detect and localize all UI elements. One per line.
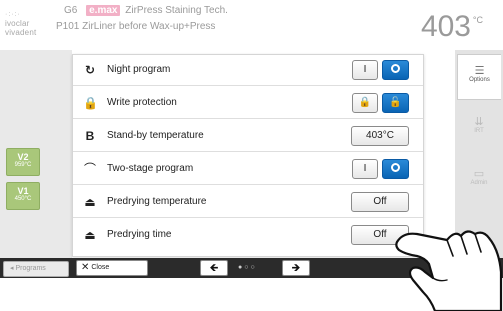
write-protection-lock-button[interactable]: 🔒 (352, 93, 378, 113)
arrow-right-icon: 🡺 (291, 262, 301, 274)
chevron-left-icon: ◂ (10, 265, 14, 272)
option-row-write-protection: 🔒 Write protection 🔒 🔓 (73, 88, 423, 119)
two-stage-icon: ⌒ (83, 162, 96, 176)
program-number: P101 (56, 21, 80, 32)
previous-page-button[interactable]: 🡸 (200, 260, 228, 276)
tab-admin[interactable]: ▭ Admin (457, 158, 501, 204)
night-program-on-button[interactable] (382, 60, 409, 80)
program-title-line: G6 e.max ZirPress Staining Tech. (64, 5, 228, 16)
admin-icon: ▭ (473, 168, 485, 180)
lock-icon: 🔒 (83, 96, 98, 110)
current-temperature: 403 (420, 10, 471, 43)
standby-temperature-button[interactable]: 403°C (351, 126, 409, 146)
device-code: G6 (64, 5, 78, 16)
night-program-off-button[interactable]: I (352, 60, 378, 80)
tab-options[interactable]: ☰ Options (457, 54, 501, 100)
predrying-icon: ⏏ (84, 195, 96, 209)
irt-icon: ⇊ (474, 116, 484, 128)
close-button[interactable]: ✕ Close (76, 260, 148, 276)
close-icon: ✕ (81, 262, 90, 273)
night-program-icon: ↻ (84, 63, 96, 77)
predrying-icon: ⏏ (84, 228, 96, 242)
standby-icon: B (85, 129, 95, 143)
two-stage-on-button[interactable] (382, 159, 409, 179)
option-row-standby-temperature: B Stand-by temperature 403°C (73, 121, 423, 152)
programs-button[interactable]: ◂ Programs (3, 261, 69, 277)
page-indicator: ●○○ (238, 264, 257, 271)
material-badge: e.max (86, 5, 121, 16)
temperature-unit: °C (472, 15, 483, 25)
program-desc: ZirLiner before Wax-up+Press (82, 21, 216, 32)
tab-irt[interactable]: ⇊ IRT (457, 106, 501, 152)
program-curve-area: V2 959°C V1 450°C (0, 50, 72, 275)
ring-icon (391, 64, 400, 73)
options-icon: ☰ (474, 65, 485, 77)
option-row-predrying-temperature: ⏏ Predrying temperature Off (73, 187, 423, 218)
options-panel: ↻ Night program I 🔒 Write protection 🔒 🔓… (72, 54, 424, 257)
ring-icon (391, 163, 400, 172)
option-row-two-stage-program: ⌒ Two-stage program I (73, 154, 423, 185)
pointing-hand-icon (395, 230, 503, 311)
unlocked-icon: 🔓 (389, 97, 402, 108)
option-row-predrying-time: ⏏ Predrying time Off (73, 220, 423, 251)
header-bar: ·:·:· ivoclar vivadent G6 e.max ZirPress… (0, 0, 503, 50)
write-protection-unlock-button[interactable]: 🔓 (382, 93, 409, 113)
arrow-left-icon: 🡸 (209, 262, 219, 274)
locked-icon: 🔒 (358, 97, 372, 108)
two-stage-off-button[interactable]: I (352, 159, 378, 179)
next-page-button[interactable]: 🡺 (282, 260, 310, 276)
program-name: ZirPress Staining Tech. (125, 5, 228, 16)
stage-badge-v1[interactable]: V1 450°C (6, 182, 40, 210)
predrying-temperature-button[interactable]: Off (351, 192, 409, 212)
stage-badge-v2[interactable]: V2 959°C (6, 148, 40, 176)
ivoclar-logo: ·:·:· ivoclar vivadent (5, 11, 37, 37)
option-row-night-program: ↻ Night program I (73, 55, 423, 86)
program-desc-line: P101 ZirLiner before Wax-up+Press (56, 21, 215, 32)
